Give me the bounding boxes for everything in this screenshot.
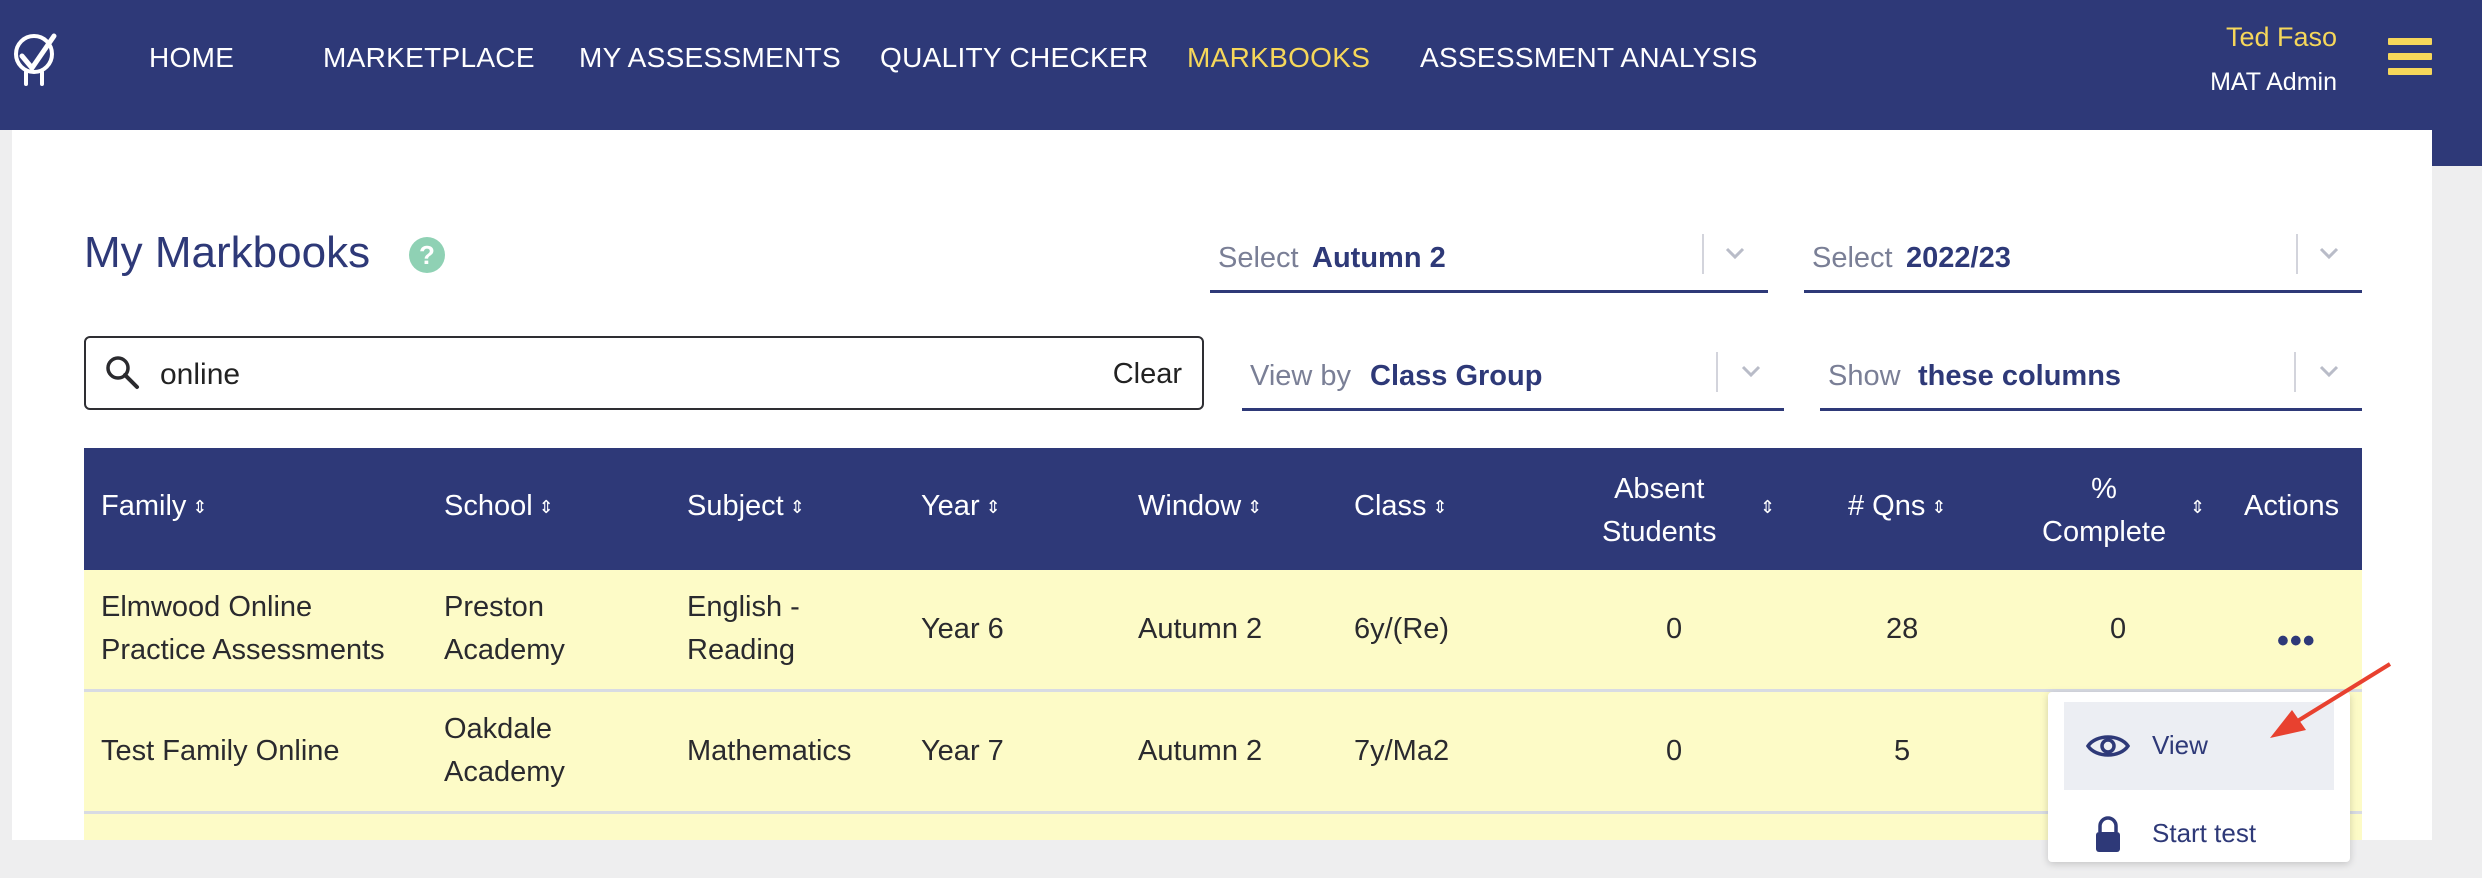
year-select-label: Select bbox=[1812, 242, 1893, 274]
cell-qns: 5 bbox=[1894, 735, 1911, 767]
cell-absent: 0 bbox=[1666, 735, 1683, 767]
header-class[interactable]: Class ⇕ bbox=[1354, 490, 1448, 523]
menu-icon[interactable] bbox=[2388, 38, 2432, 76]
header-qns-label: # Qns bbox=[1848, 490, 1926, 522]
header-year-label: Year bbox=[921, 490, 980, 522]
search-box[interactable]: online Clear bbox=[84, 336, 1204, 410]
chevron-down-icon[interactable] bbox=[2312, 354, 2346, 388]
header-class-label: Class bbox=[1354, 490, 1427, 522]
cell-window: Autumn 2 bbox=[1138, 735, 1263, 767]
chevron-down-icon[interactable] bbox=[1718, 236, 1752, 270]
search-icon bbox=[106, 356, 139, 389]
sort-absent-icon[interactable]: ⇕ bbox=[1754, 490, 1775, 523]
top-navigation-bar: HOME MARKETPLACE MY ASSESSMENTS QUALITY … bbox=[0, 0, 2482, 130]
cell-year: Year 7 bbox=[921, 735, 1004, 767]
header-qns[interactable]: # Qns ⇕ bbox=[1848, 490, 1946, 523]
logo-icon[interactable] bbox=[12, 28, 62, 86]
view-by-label: View by bbox=[1250, 360, 1352, 392]
view-by-select[interactable]: View by Class Group bbox=[1242, 348, 1784, 411]
header-subject[interactable]: Subject ⇕ bbox=[687, 490, 805, 523]
cell-family: Test Family Online bbox=[101, 735, 340, 767]
eye-icon bbox=[2086, 735, 2130, 757]
sort-icon[interactable]: ⇕ bbox=[539, 498, 554, 516]
header-complete-label-1: % bbox=[2091, 473, 2117, 505]
cell-school: Preston Academy bbox=[444, 591, 565, 666]
menu-item-view-label: View bbox=[2152, 730, 2208, 760]
cell-family: Elmwood Online Practice Assessments bbox=[101, 591, 385, 666]
nav-assessment-analysis[interactable]: ASSESSMENT ANALYSIS bbox=[1420, 42, 1758, 74]
nav-quality-checker[interactable]: QUALITY CHECKER bbox=[880, 42, 1149, 74]
header-window[interactable]: Window ⇕ bbox=[1138, 490, 1262, 523]
header-family[interactable]: Family ⇕ bbox=[101, 490, 207, 523]
user-role: MAT Admin bbox=[2210, 68, 2337, 96]
chevron-down-icon[interactable] bbox=[2312, 236, 2346, 270]
cell-window: Autumn 2 bbox=[1138, 613, 1263, 645]
search-input[interactable]: online bbox=[160, 358, 240, 392]
term-select-value: Autumn 2 bbox=[1312, 242, 1446, 274]
header-year[interactable]: Year ⇕ bbox=[921, 490, 1001, 523]
show-columns-value: these columns bbox=[1918, 360, 2122, 392]
nav-markbooks[interactable]: MARKBOOKS bbox=[1187, 42, 1370, 74]
header-window-label: Window bbox=[1138, 490, 1242, 522]
sort-icon[interactable]: ⇕ bbox=[986, 498, 1001, 516]
annotation-arrow-icon bbox=[2270, 662, 2392, 738]
clear-search-button[interactable]: Clear bbox=[1113, 358, 1182, 391]
table-row[interactable]: Test Family Online Oakdale Academy Mathem… bbox=[84, 692, 2362, 814]
header-school-label: School bbox=[444, 490, 533, 522]
cell-subject: Mathematics bbox=[687, 735, 852, 767]
view-by-value: Class Group bbox=[1370, 360, 1543, 392]
cell-year: Year 6 bbox=[921, 613, 1004, 645]
header-school[interactable]: School ⇕ bbox=[444, 490, 554, 523]
cell-class: 6y/(Re) bbox=[1354, 613, 1450, 645]
cell-class: 7y/Ma2 bbox=[1354, 735, 1450, 767]
menu-item-start-test[interactable]: Start test bbox=[2064, 790, 2334, 878]
nav-home[interactable]: HOME bbox=[149, 42, 234, 74]
sort-icon[interactable]: ⇕ bbox=[192, 498, 207, 516]
chevron-down-icon[interactable] bbox=[1734, 354, 1768, 388]
user-name[interactable]: Ted Faso bbox=[2226, 22, 2337, 53]
lock-icon bbox=[2096, 816, 2120, 852]
sort-complete-icon[interactable]: ⇕ bbox=[2184, 490, 2205, 523]
header-absent-label-1: Absent bbox=[1614, 473, 1705, 505]
nav-marketplace[interactable]: MARKETPLACE bbox=[323, 42, 535, 74]
table-header: Family ⇕ School ⇕ Subject ⇕ Year ⇕ Window ⇕ C… bbox=[84, 448, 2362, 570]
header-family-label: Family bbox=[101, 490, 187, 522]
header-absent-label-2: Students bbox=[1602, 516, 1717, 548]
select-divider bbox=[1716, 352, 1718, 392]
help-icon[interactable]: ? bbox=[409, 237, 445, 273]
term-select[interactable]: Select Autumn 2 bbox=[1210, 230, 1768, 293]
year-select[interactable]: Select 2022/23 bbox=[1804, 230, 2362, 293]
header-subject-label: Subject bbox=[687, 490, 784, 522]
select-divider bbox=[2294, 352, 2296, 392]
header-edge bbox=[2432, 130, 2482, 166]
cell-school: Oakdale Academy bbox=[444, 713, 565, 788]
sort-icon[interactable]: ⇕ bbox=[1931, 498, 1946, 516]
cell-qns: 28 bbox=[1886, 613, 1919, 645]
table-row[interactable]: Elmwood Online Practice Assessments Prest… bbox=[84, 570, 2362, 692]
show-columns-select[interactable]: Show these columns bbox=[1820, 348, 2362, 411]
sort-icon[interactable]: ⇕ bbox=[790, 498, 805, 516]
show-columns-label: Show bbox=[1828, 360, 1901, 392]
term-select-label: Select bbox=[1218, 242, 1299, 274]
header-actions: Actions bbox=[2244, 490, 2340, 522]
select-divider bbox=[2296, 234, 2298, 274]
sort-icon[interactable]: ⇕ bbox=[1247, 498, 1262, 516]
nav-my-assessments[interactable]: MY ASSESSMENTS bbox=[579, 42, 841, 74]
header-complete-label-2: Complete bbox=[2042, 516, 2167, 548]
table-row[interactable] bbox=[84, 814, 2362, 840]
page-title: My Markbooks bbox=[84, 228, 371, 277]
cell-complete: 0 bbox=[2110, 613, 2127, 645]
select-divider bbox=[1702, 234, 1704, 274]
sort-icon[interactable]: ⇕ bbox=[1433, 498, 1448, 516]
menu-item-start-test-label: Start test bbox=[2152, 818, 2257, 848]
cell-subject: English - Reading bbox=[687, 591, 800, 666]
year-select-value: 2022/23 bbox=[1906, 242, 2011, 274]
header-complete[interactable]: % Complete bbox=[2042, 468, 2166, 554]
cell-absent: 0 bbox=[1666, 613, 1683, 645]
header-absent-students[interactable]: Absent Students bbox=[1602, 468, 1716, 554]
row-actions-button[interactable]: ••• bbox=[2277, 622, 2316, 661]
